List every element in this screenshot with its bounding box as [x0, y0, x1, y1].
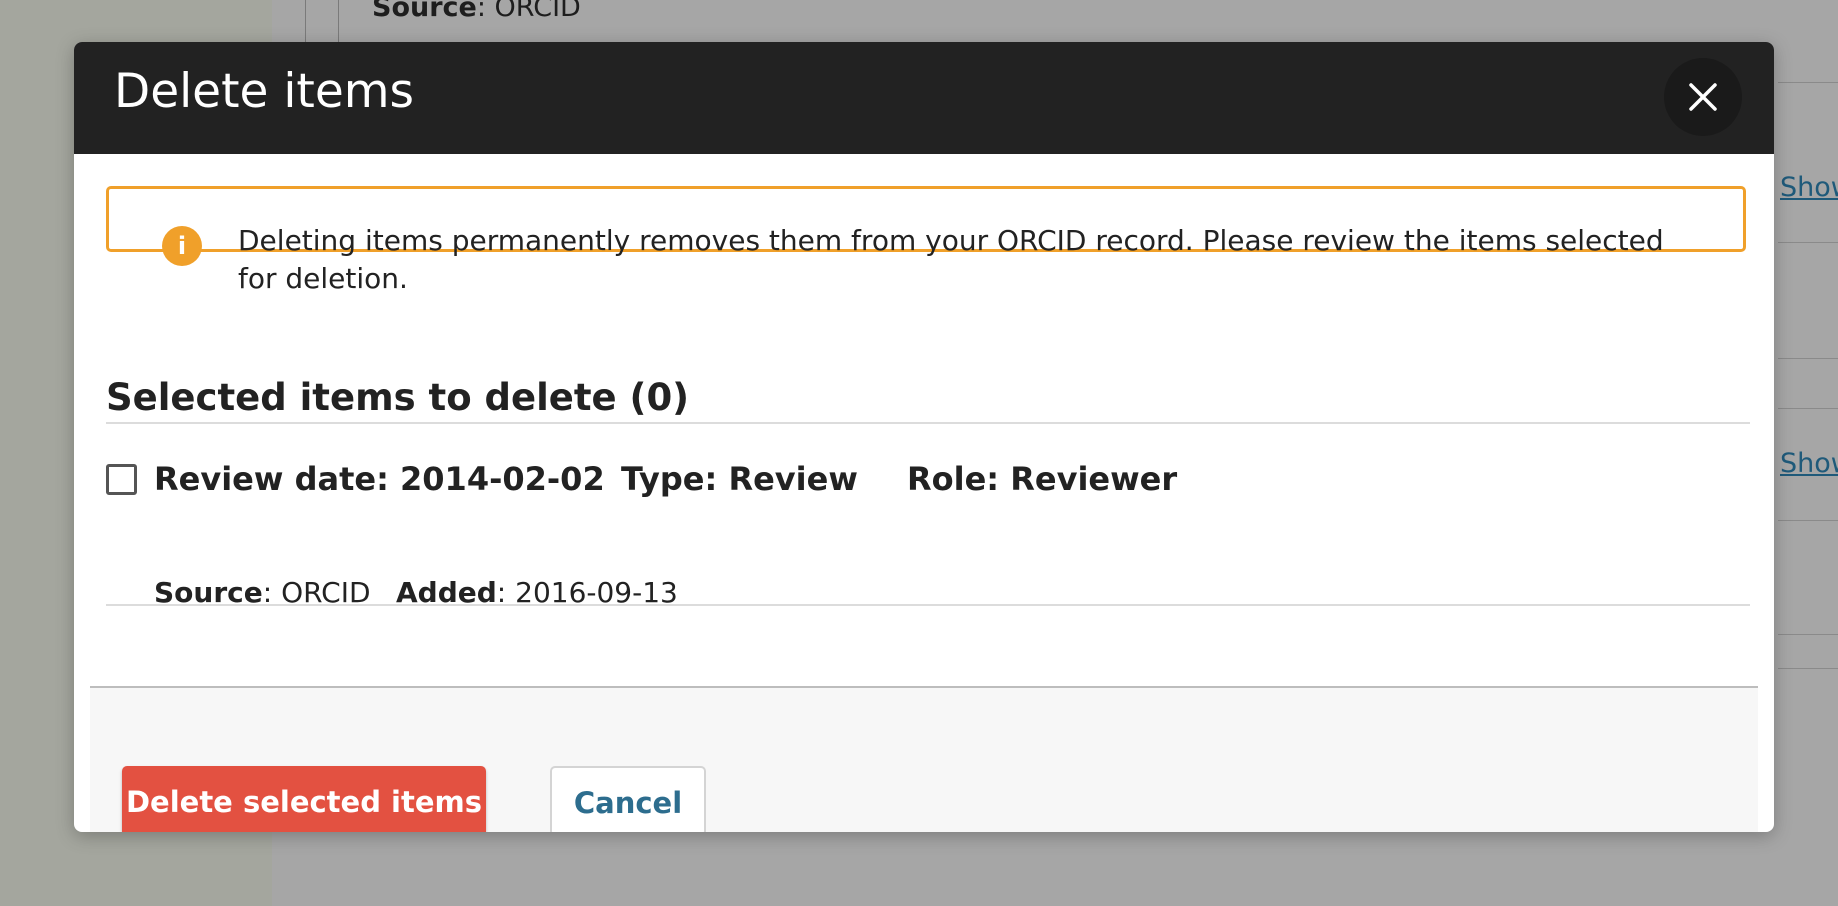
delete-items-dialog: Delete items i Deleting items permanentl…	[74, 42, 1774, 832]
cancel-button[interactable]: Cancel	[550, 766, 706, 832]
show-details-link[interactable]: Show	[1780, 448, 1838, 479]
alert-message: Deleting items permanently removes them …	[238, 224, 1664, 295]
background-divider	[1778, 358, 1838, 359]
show-details-link[interactable]: Show	[1780, 172, 1838, 203]
background-divider	[1778, 242, 1838, 243]
item-review-date: Review date: 2014-02-02	[154, 460, 605, 498]
background-source-text: Source: ORCID	[372, 0, 581, 23]
background-divider	[1778, 634, 1838, 635]
dialog-header: Delete items	[74, 42, 1774, 154]
divider	[106, 422, 1750, 424]
selected-items-heading: Selected items to delete (0)	[106, 376, 690, 419]
close-icon	[1689, 83, 1717, 111]
item-select-checkbox[interactable]	[106, 464, 137, 495]
close-button[interactable]	[1664, 58, 1742, 136]
background-divider	[1778, 82, 1838, 83]
info-icon: i	[162, 226, 202, 266]
divider	[106, 604, 1750, 606]
dialog-title: Delete items	[114, 64, 415, 119]
background-divider	[1778, 408, 1838, 409]
delete-selected-items-button[interactable]: Delete selected items	[122, 766, 486, 832]
background-divider	[1778, 520, 1838, 521]
background-divider	[1778, 668, 1838, 669]
item-type: Type: Review	[621, 460, 858, 498]
item-role: Role: Reviewer	[907, 460, 1178, 498]
